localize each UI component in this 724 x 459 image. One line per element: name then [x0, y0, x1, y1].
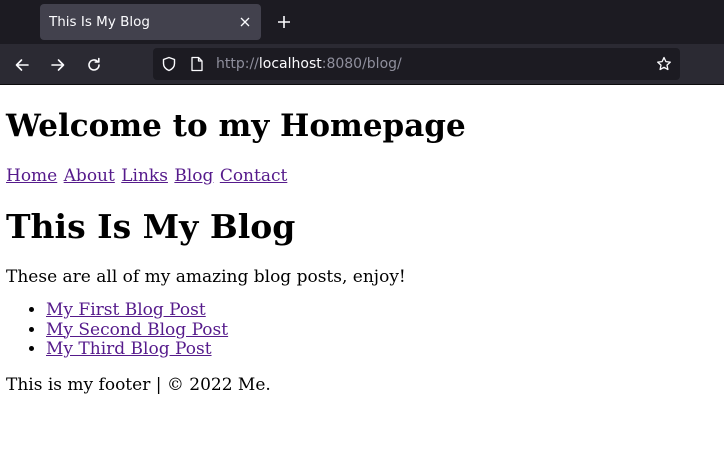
nav-link-contact[interactable]: Contact	[220, 166, 288, 186]
back-arrow-icon[interactable]	[7, 50, 37, 80]
url-host: localhost	[258, 56, 322, 72]
site-nav: Home About Links Blog Contact	[6, 165, 288, 187]
page-content: Welcome to my Homepage Home About Links …	[0, 86, 724, 459]
reload-icon[interactable]	[79, 50, 109, 80]
forward-arrow-icon[interactable]	[43, 50, 73, 80]
post-link-second[interactable]: My Second Blog Post	[46, 320, 228, 340]
url-text[interactable]: http://localhost:8080/blog/	[216, 56, 652, 72]
post-list: My First Blog Post My Second Blog Post M…	[6, 300, 228, 360]
footer-text: This is my footer | © 2022 Me.	[6, 375, 271, 395]
close-icon[interactable]	[231, 8, 259, 36]
active-tab[interactable]: This Is My Blog	[40, 4, 261, 40]
nav-link-links[interactable]: Links	[121, 166, 168, 186]
shield-icon[interactable]	[158, 53, 180, 75]
url-scheme: http://	[216, 56, 259, 72]
nav-link-home[interactable]: Home	[6, 166, 57, 186]
list-item: My First Blog Post	[46, 300, 228, 321]
address-bar[interactable]: http://localhost:8080/blog/	[153, 48, 680, 80]
star-icon[interactable]	[652, 52, 676, 76]
intro-text: These are all of my amazing blog posts, …	[6, 267, 406, 287]
list-item: My Second Blog Post	[46, 320, 228, 341]
tab-title: This Is My Blog	[49, 14, 150, 30]
tab-bar: This Is My Blog	[0, 0, 724, 44]
nav-link-about[interactable]: About	[64, 166, 115, 186]
list-item: My Third Blog Post	[46, 339, 228, 360]
nav-link-blog[interactable]: Blog	[174, 166, 213, 186]
url-path: :8080/blog/	[321, 56, 402, 72]
page-icon[interactable]	[186, 53, 208, 75]
site-title: Welcome to my Homepage	[6, 108, 466, 144]
navigation-toolbar: http://localhost:8080/blog/	[0, 44, 724, 85]
page-heading: This Is My Blog	[6, 207, 296, 246]
plus-icon[interactable]	[270, 8, 298, 36]
post-link-first[interactable]: My First Blog Post	[46, 300, 206, 320]
post-link-third[interactable]: My Third Blog Post	[46, 339, 212, 359]
